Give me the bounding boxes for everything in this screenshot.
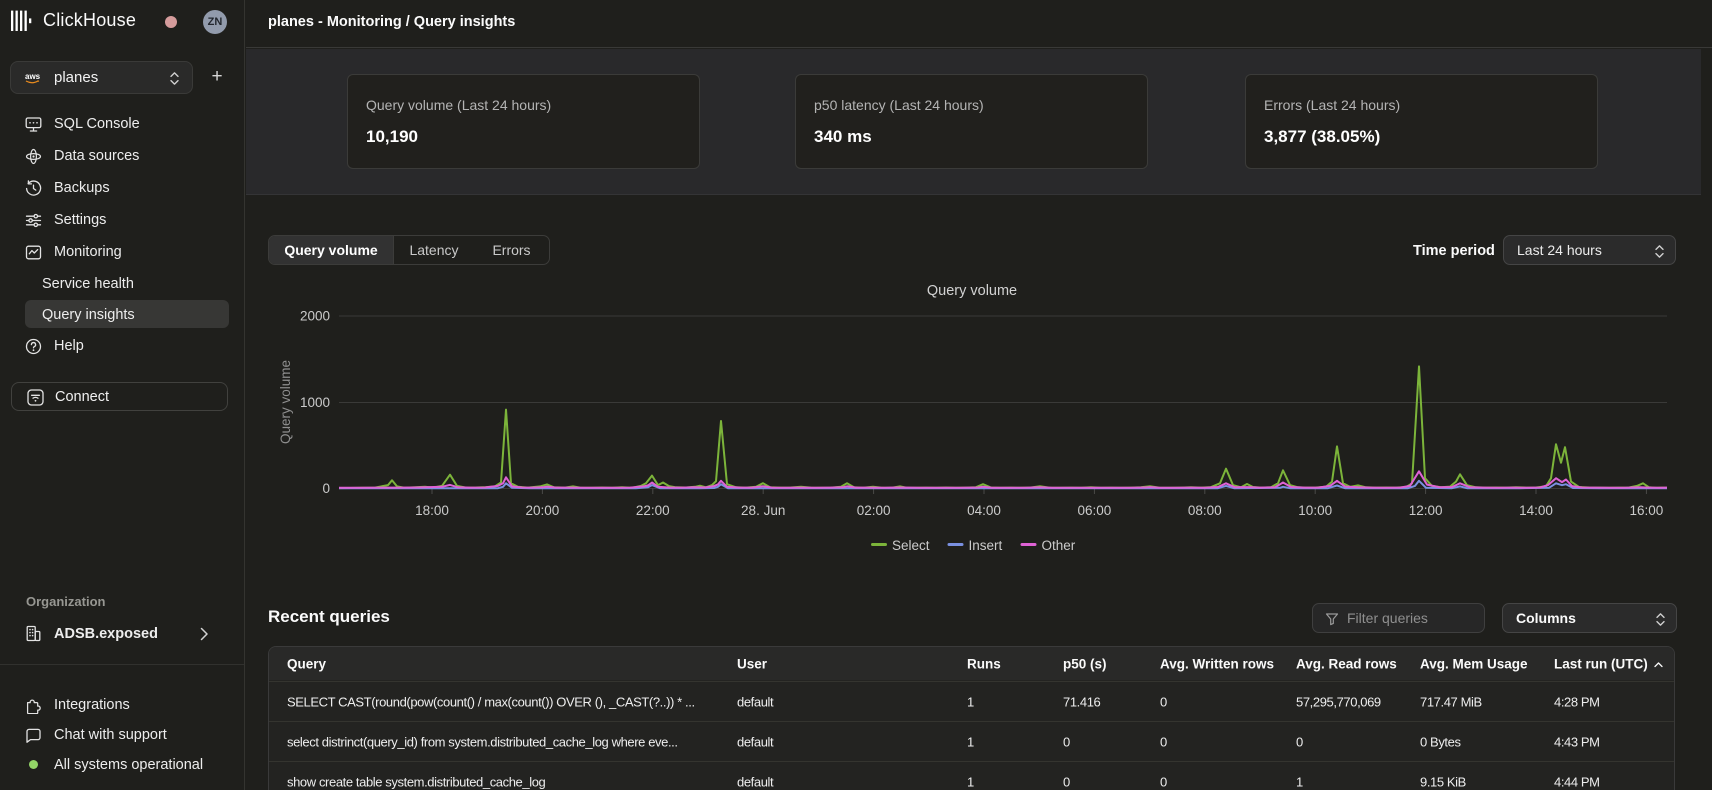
svg-text:Query volume: Query volume xyxy=(278,360,293,444)
svg-text:1000: 1000 xyxy=(300,395,330,410)
svg-text:18:00: 18:00 xyxy=(415,503,449,518)
svg-text:2000: 2000 xyxy=(300,309,330,324)
svg-text:Other: Other xyxy=(1042,538,1076,553)
svg-text:Query volume: Query volume xyxy=(927,283,1017,299)
svg-text:08:00: 08:00 xyxy=(1188,503,1222,518)
svg-text:Insert: Insert xyxy=(969,538,1003,553)
svg-text:16:00: 16:00 xyxy=(1630,503,1664,518)
svg-text:aws: aws xyxy=(25,72,40,81)
svg-text:Select: Select xyxy=(892,538,930,553)
svg-text:22:00: 22:00 xyxy=(636,503,670,518)
svg-text:12:00: 12:00 xyxy=(1409,503,1443,518)
svg-text:28. Jun: 28. Jun xyxy=(741,503,785,518)
svg-text:02:00: 02:00 xyxy=(857,503,891,518)
svg-text:06:00: 06:00 xyxy=(1078,503,1112,518)
svg-text:0: 0 xyxy=(322,481,330,496)
svg-text:10:00: 10:00 xyxy=(1298,503,1332,518)
svg-text:14:00: 14:00 xyxy=(1519,503,1553,518)
svg-text:04:00: 04:00 xyxy=(967,503,1001,518)
svg-text:20:00: 20:00 xyxy=(526,503,560,518)
